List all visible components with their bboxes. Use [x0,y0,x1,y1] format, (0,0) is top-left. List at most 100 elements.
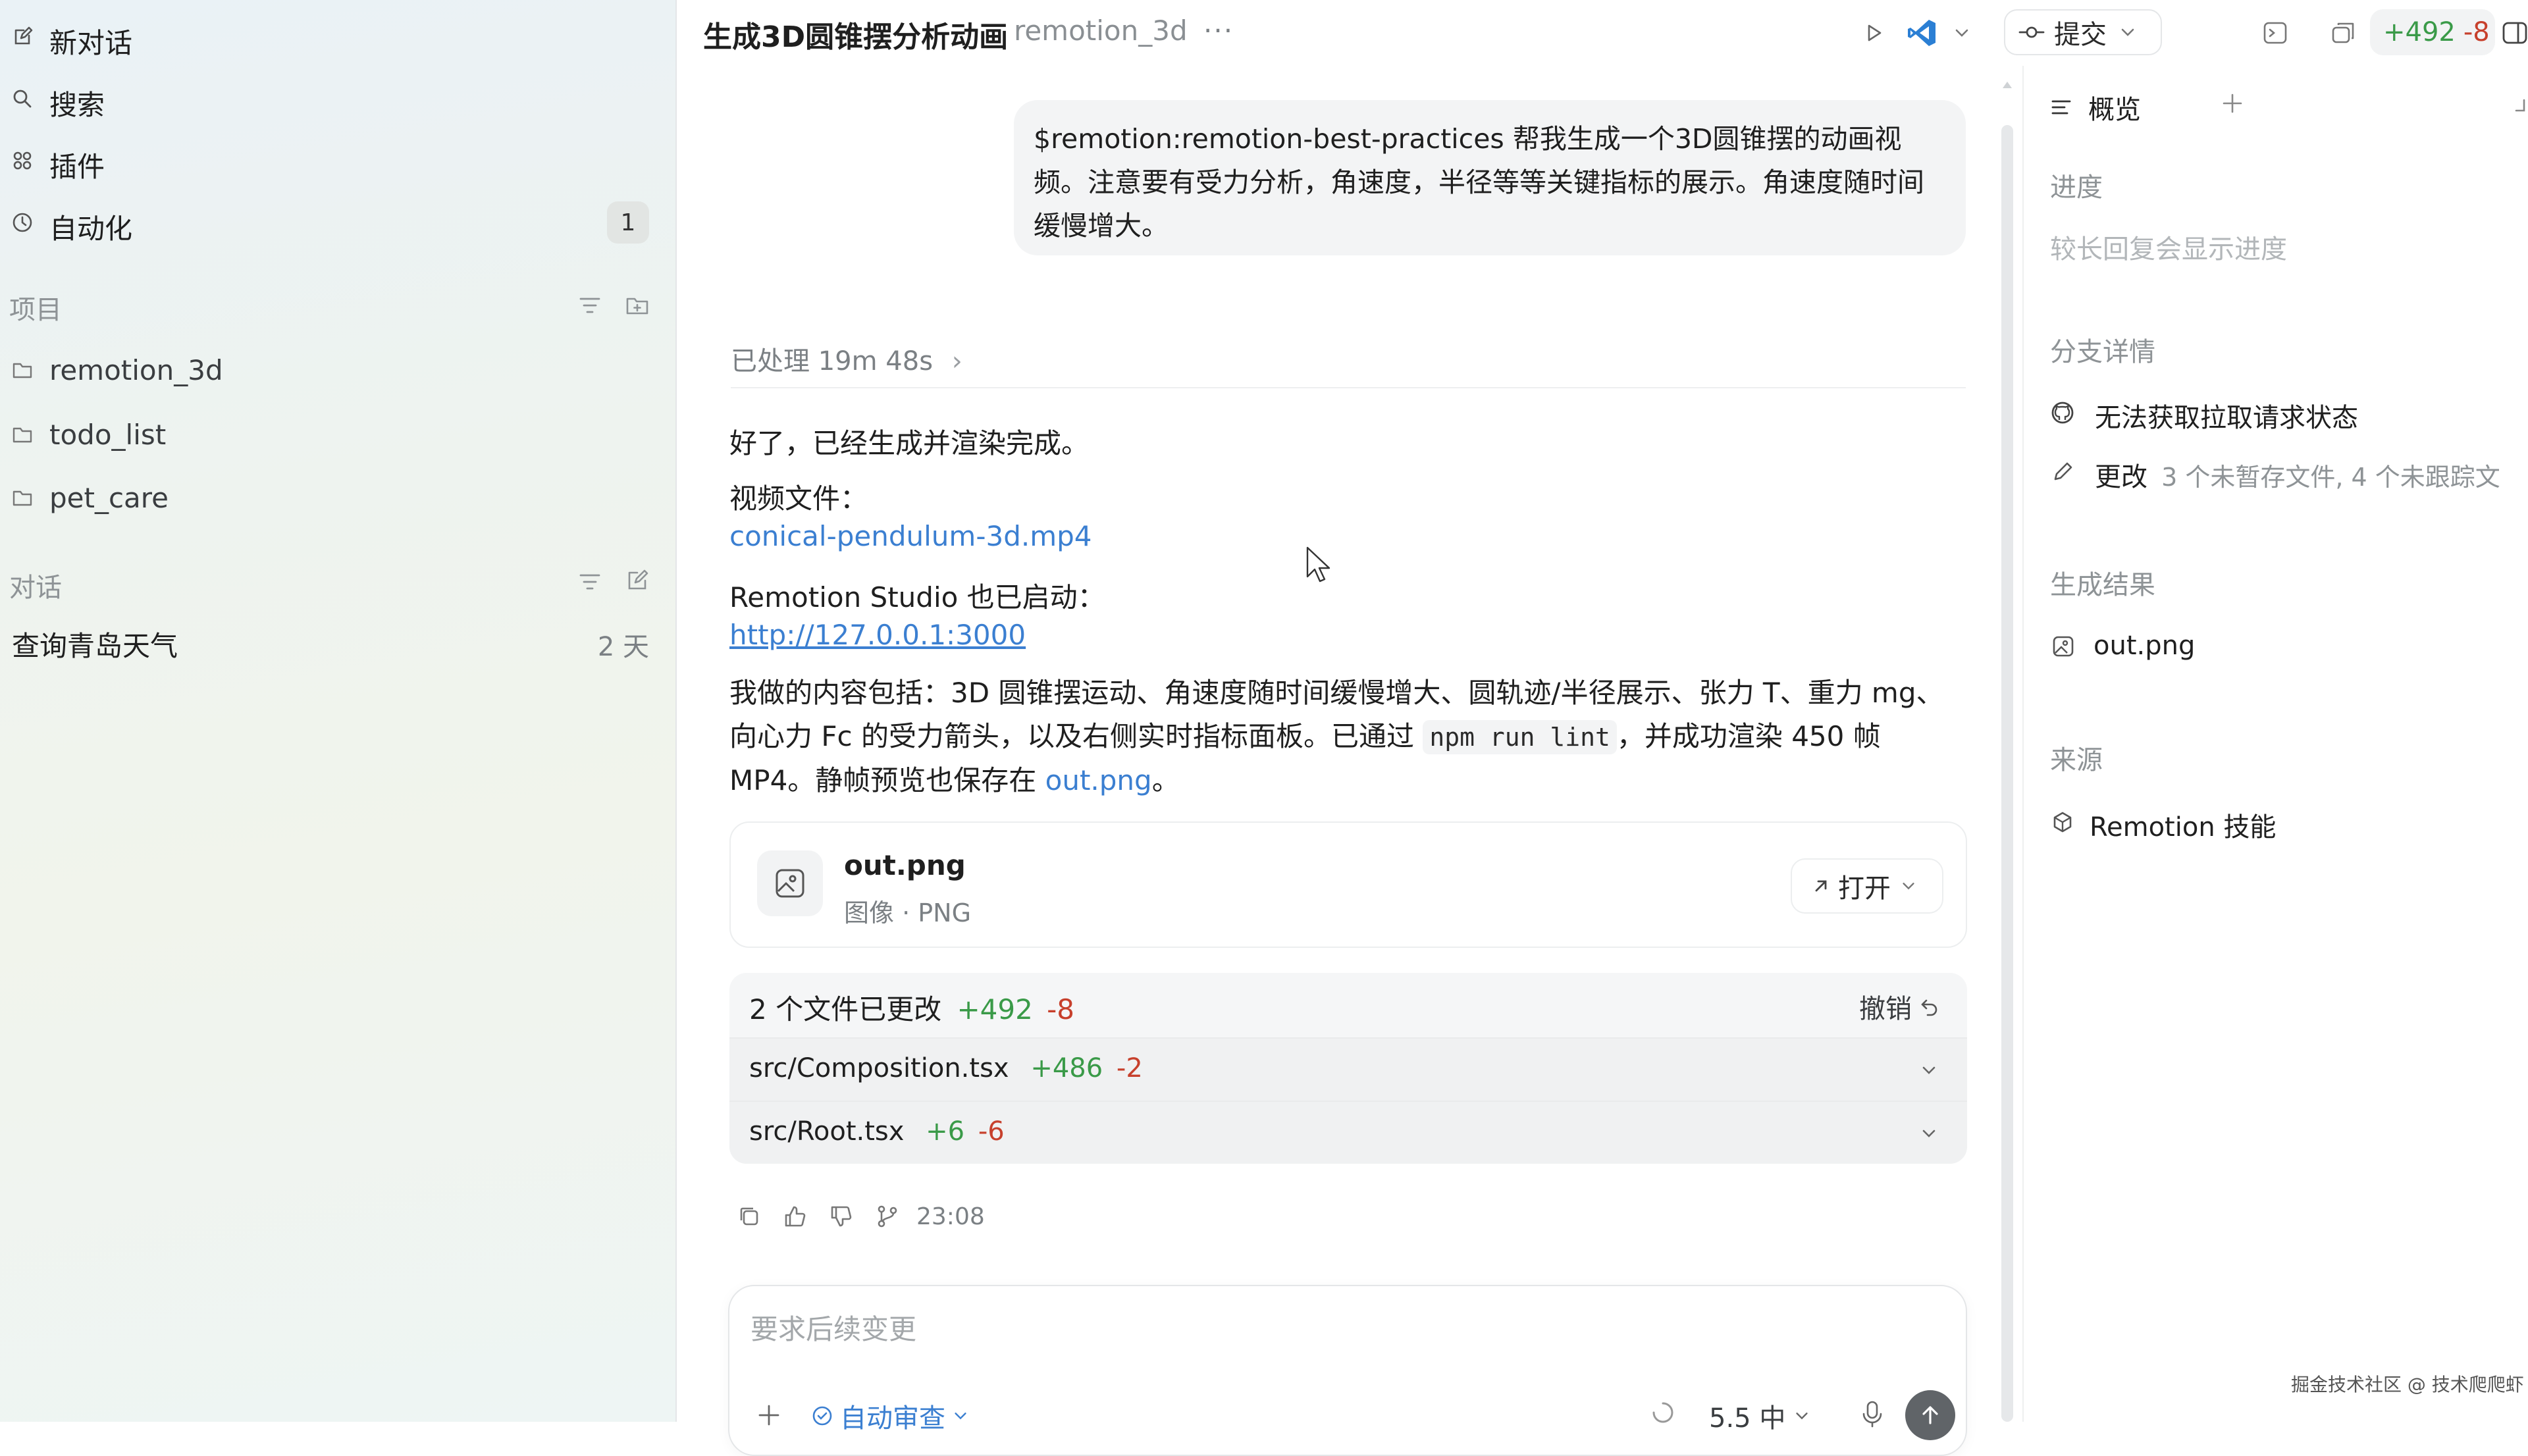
project-item-remotion-3d[interactable]: remotion_3d [0,342,665,398]
folder-icon [13,490,32,506]
project-item-todo-list[interactable]: todo_list [0,407,665,462]
sidebar-toggle-icon [2502,22,2527,44]
reply-paragraph-end: 。 [1151,764,1180,796]
plugins-label: 插件 [49,151,105,183]
changes-label: 更改 [2095,462,2147,492]
add-tab-icon[interactable] [2221,92,2244,115]
clock-icon [13,213,32,232]
progress-text: 较长回复会显示进度 [2050,234,2287,265]
filter-icon[interactable] [578,570,602,594]
microphone-icon[interactable] [1859,1399,1885,1428]
reply-text: 好了，已经生成并渲染完成。 [729,427,1090,459]
search-button[interactable]: 搜索 [0,71,665,126]
terminal-button[interactable] [2254,12,2296,54]
copy-icon[interactable] [737,1205,761,1228]
conversations-section-label: 对话 [9,573,62,603]
compose-icon[interactable] [625,569,649,592]
changed-file-row[interactable]: src/Composition.tsx +486 -2 [729,1037,1967,1102]
divider [731,387,1966,388]
project-tag[interactable]: remotion_3d [1014,14,1188,47]
processed-toggle[interactable]: 已处理 19m 48s › [731,340,962,378]
source-heading: 来源 [2050,745,2103,775]
thumbs-down-icon[interactable] [830,1205,853,1228]
user-message: $remotion:remotion-best-practices 帮我生成一个… [1014,100,1966,255]
source-item[interactable]: Remotion 技能 [2090,806,2276,844]
mouse-cursor-icon [1306,546,1330,583]
github-icon [2051,402,2074,424]
filter-icon[interactable] [578,294,602,317]
open-file-button[interactable]: 打开 [1791,858,1943,914]
branch-icon[interactable] [876,1205,899,1228]
thumbs-up-icon[interactable] [783,1205,807,1228]
video-file-link[interactable]: conical-pendulum-3d.mp4 [729,520,1092,552]
changed-files-panel: 2 个文件已更改 +492 -8 撤销 src/Composition.tsx … [729,973,1967,1164]
undo-button[interactable]: 撤销 [1859,987,1939,1026]
project-label: remotion_3d [49,354,223,386]
watermark: 掘金技术社区 @ 技术爬爬虾 [2291,1374,2524,1395]
plugins-button[interactable]: 插件 [0,133,665,188]
changes-detail: 3 个未暂存文件, 4 个未跟踪文 [2161,463,2500,492]
conversation-item[interactable]: 查询青岛天气 2 天 [0,612,665,667]
projects-section-label: 项目 [9,295,62,325]
changes-summary: 2 个文件已更改 +492 -8 [749,987,1074,1027]
toggle-panel-button[interactable] [2502,12,2528,54]
folder-icon [13,363,32,378]
project-item-pet-care[interactable]: pet_care [0,470,665,525]
result-file[interactable]: out.png [2094,631,2195,661]
right-panel: 概览 进度 较长回复会显示进度 分支详情 无法获取拉取请求状态 更改 3 个未暂… [2022,66,2528,1422]
studio-url-link[interactable]: http://127.0.0.1:3000 [729,619,1026,651]
progress-heading: 进度 [2050,172,2103,203]
run-button[interactable] [1853,12,1895,54]
commit-icon [2018,26,2045,38]
popout-button[interactable] [2323,12,2365,54]
image-file-icon [757,850,823,916]
changes-row[interactable]: 更改 3 个未暂存文件, 4 个未跟踪文 [2095,455,2500,494]
conversation-title: 查询青岛天气 [12,630,178,662]
studio-label: Remotion Studio 也已启动： [729,581,1105,613]
new-folder-icon[interactable] [625,294,649,317]
tab-overview[interactable]: 概览 [2050,88,2141,126]
folder-icon [13,427,32,443]
automation-button[interactable]: 自动化 1 [0,195,665,250]
chevron-down-icon[interactable] [1920,1124,1938,1143]
scrollbar-thumb[interactable] [2001,125,2013,1422]
undo-label: 撤销 [1859,994,1912,1024]
window-copy-icon [2332,22,2354,43]
page-title: 生成3D圆锥摆分析动画 [703,20,1009,54]
plus-icon[interactable] [756,1402,782,1428]
diff-summary-button[interactable]: +492 -8 [2370,9,2495,55]
branch-heading: 分支详情 [2050,337,2155,367]
open-in-editor-button[interactable] [1907,12,1986,54]
send-button[interactable] [1905,1390,1955,1440]
image-file-icon [2053,636,2074,657]
chevron-down-icon [1955,29,1968,37]
auto-review-label: 自动审查 [840,1403,945,1434]
out-png-link[interactable]: out.png [1045,764,1152,796]
undo-icon [1921,999,1937,1016]
file-card[interactable]: out.png 图像 · PNG 打开 [729,821,1967,948]
lint-command-code: npm run lint [1423,720,1617,754]
commit-button[interactable]: 提交 [2004,9,2162,55]
more-options-button[interactable]: ··· [1203,14,1234,47]
new-chat-button[interactable]: 新对话 [0,9,665,65]
tab-overview-label: 概览 [2088,95,2141,125]
follow-up-input[interactable] [749,1313,1871,1346]
search-label: 搜索 [49,89,105,121]
automation-label: 自动化 [49,213,133,245]
changed-file: src/Composition.tsx +486 -2 [749,1053,1143,1083]
processed-label: 已处理 19m 48s [731,346,934,377]
changed-file-path: src/Composition.tsx [749,1053,1009,1083]
chevron-down-icon[interactable] [1920,1061,1938,1079]
chevron-down-icon [1796,1413,1808,1420]
message-actions: 23:08 [737,1199,985,1234]
model-select[interactable]: 5.5 中 [1709,1397,1810,1435]
changes-summary-label: 2 个文件已更改 [749,993,942,1026]
changed-file-row[interactable]: src/Root.tsx +6 -6 [729,1101,1967,1164]
collapse-icon[interactable] [2515,96,2528,115]
pr-status: 无法获取拉取请求状态 [2095,403,2358,433]
skill-package-icon [2053,812,2072,833]
chevron-down-icon [1903,883,1914,890]
plugins-icon [13,151,32,170]
scroll-up-icon[interactable] [2000,74,2014,93]
auto-review-toggle[interactable]: 自动审查 [811,1397,969,1435]
